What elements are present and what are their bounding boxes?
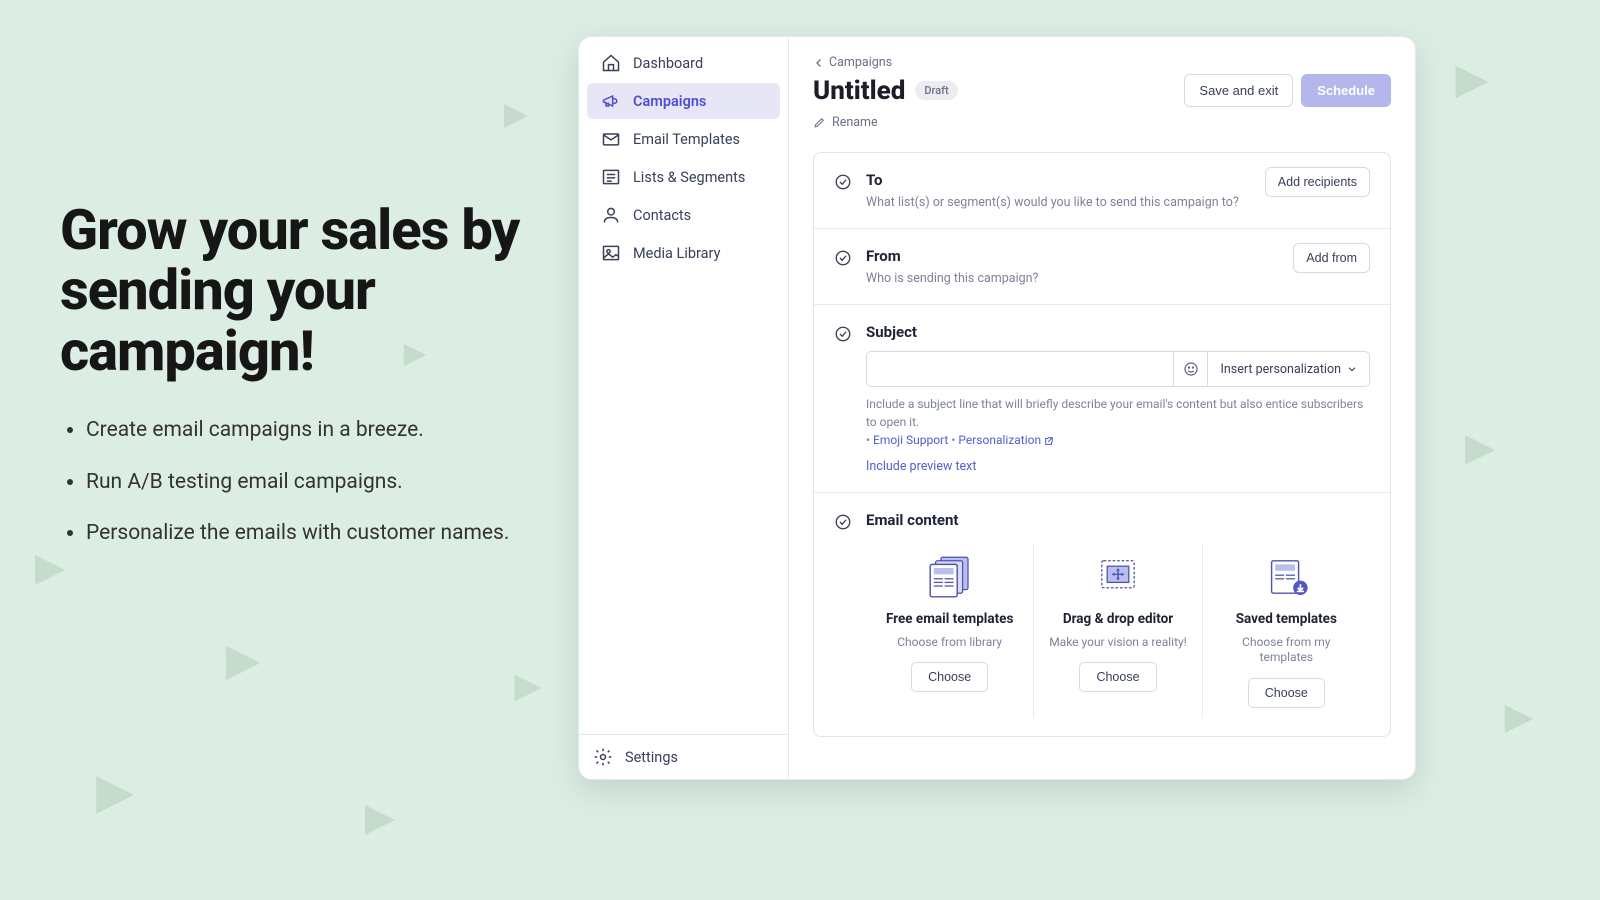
personalization-button[interactable]: Insert personalization — [1208, 351, 1370, 387]
sidebar-item-media[interactable]: Media Library — [587, 235, 780, 271]
main-content: Campaigns Untitled Draft Save and exit S… — [789, 37, 1415, 779]
chevron-down-icon — [1347, 364, 1357, 374]
personalization-link[interactable]: Personalization — [958, 433, 1041, 447]
sidebar-item-campaigns[interactable]: Campaigns — [587, 83, 780, 119]
option-subtitle: Make your vision a reality! — [1048, 635, 1187, 651]
help-text: Include a subject line that will briefly… — [866, 395, 1370, 449]
choose-templates-button[interactable]: Choose — [911, 662, 988, 692]
promo-bullet: Run A/B testing email campaigns. — [86, 468, 520, 497]
chevron-left-icon — [813, 57, 825, 69]
option-title: Saved templates — [1217, 611, 1356, 629]
sidebar-item-settings[interactable]: Settings — [579, 734, 788, 779]
preview-text-link[interactable]: Include preview text — [866, 459, 976, 474]
content-option-templates: Free email templates Choose from library… — [866, 543, 1034, 718]
check-circle-icon — [834, 249, 852, 267]
home-icon — [601, 53, 621, 73]
promo-bullet: Create email campaigns in a breeze. — [86, 416, 520, 445]
templates-icon — [880, 553, 1019, 601]
megaphone-icon — [601, 91, 621, 111]
subject-input[interactable] — [866, 351, 1174, 387]
content-option-editor: Drag & drop editor Make your vision a re… — [1034, 543, 1202, 718]
option-title: Free email templates — [880, 611, 1019, 629]
sidebar-item-label: Email Templates — [633, 131, 740, 148]
sidebar-item-label: Lists & Segments — [633, 169, 745, 186]
section-subject: Subject Insert personalization — [814, 305, 1390, 493]
promo-bullet: Personalize the emails with customer nam… — [86, 519, 520, 548]
content-option-saved: Saved templates Choose from my templates… — [1203, 543, 1370, 718]
section-title: Subject — [866, 323, 1370, 341]
section-subtitle: Who is sending this campaign? — [866, 271, 1370, 286]
sidebar-item-templates[interactable]: Email Templates — [587, 121, 780, 157]
check-circle-icon — [834, 325, 852, 343]
sidebar-item-label: Media Library — [633, 245, 720, 262]
breadcrumb[interactable]: Campaigns — [813, 55, 1391, 70]
sidebar-item-contacts[interactable]: Contacts — [587, 197, 780, 233]
gear-icon — [593, 747, 613, 767]
sidebar-item-label: Campaigns — [633, 93, 706, 110]
mail-icon — [601, 129, 621, 149]
add-recipients-button[interactable]: Add recipients — [1265, 167, 1370, 197]
emoji-button[interactable] — [1174, 351, 1208, 387]
sidebar-item-dashboard[interactable]: Dashboard — [587, 45, 780, 81]
sidebar-item-lists[interactable]: Lists & Segments — [587, 159, 780, 195]
choose-editor-button[interactable]: Choose — [1079, 662, 1156, 692]
emoji-support-link[interactable]: Emoji Support — [873, 433, 948, 447]
image-icon — [601, 243, 621, 263]
status-badge: Draft — [915, 81, 957, 100]
user-icon — [601, 205, 621, 225]
list-icon — [601, 167, 621, 187]
editor-icon — [1048, 553, 1187, 601]
check-circle-icon — [834, 173, 852, 191]
schedule-button[interactable]: Schedule — [1301, 74, 1391, 107]
rename-action[interactable]: Rename — [813, 115, 1391, 130]
section-to: To What list(s) or segment(s) would you … — [814, 153, 1390, 229]
saved-icon — [1217, 553, 1356, 601]
sidebar-item-label: Contacts — [633, 207, 691, 224]
page-title: Untitled — [813, 76, 905, 106]
option-subtitle: Choose from my templates — [1217, 635, 1356, 666]
sidebar: Dashboard Campaigns Email Templates List… — [579, 37, 789, 779]
option-subtitle: Choose from library — [880, 635, 1019, 651]
add-from-button[interactable]: Add from — [1293, 243, 1370, 273]
breadcrumb-label: Campaigns — [829, 55, 892, 70]
marketing-copy: Grow your sales by sending your campaign… — [60, 200, 520, 571]
option-title: Drag & drop editor — [1048, 611, 1187, 629]
pencil-icon — [813, 116, 826, 129]
section-content: Email content Free email templates Choos… — [814, 493, 1390, 736]
sidebar-item-label: Settings — [625, 749, 678, 766]
external-link-icon — [1044, 436, 1054, 446]
section-subtitle: What list(s) or segment(s) would you lik… — [866, 195, 1370, 210]
sidebar-item-label: Dashboard — [633, 55, 703, 72]
smile-icon — [1183, 361, 1199, 377]
app-window: Dashboard Campaigns Email Templates List… — [578, 36, 1416, 780]
save-button[interactable]: Save and exit — [1184, 74, 1293, 107]
campaign-card: To What list(s) or segment(s) would you … — [813, 152, 1391, 737]
section-from: From Who is sending this campaign? Add f… — [814, 229, 1390, 305]
check-circle-icon — [834, 513, 852, 531]
promo-headline: Grow your sales by sending your campaign… — [60, 200, 520, 381]
choose-saved-button[interactable]: Choose — [1248, 678, 1325, 708]
section-title: Email content — [866, 511, 1370, 529]
